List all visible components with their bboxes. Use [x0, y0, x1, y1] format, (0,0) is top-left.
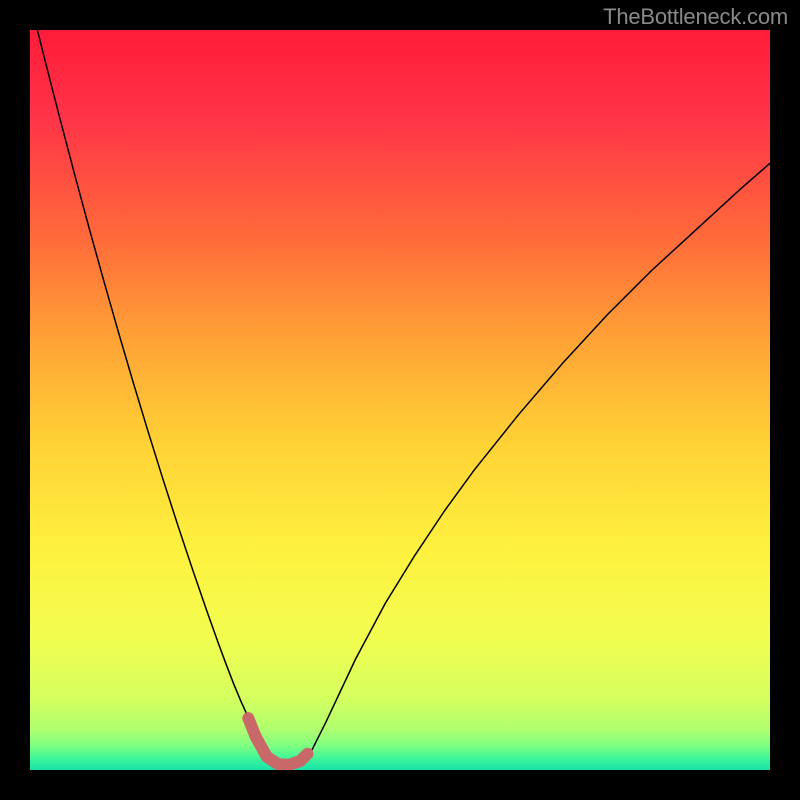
watermark-text: TheBottleneck.com: [603, 4, 788, 30]
bottleneck-chart: [30, 30, 770, 770]
chart-container: TheBottleneck.com: [0, 0, 800, 800]
gradient-background: [30, 30, 770, 770]
